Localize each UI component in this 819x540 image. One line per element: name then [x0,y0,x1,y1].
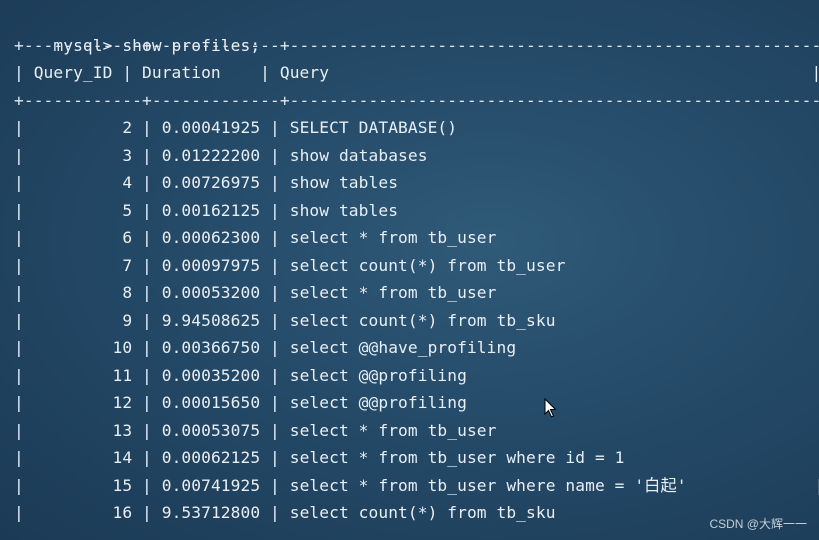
cell-duration: 0.00053075 [161,420,261,440]
cell-duration: 0.00741925 [161,475,261,495]
cell-duration: 0.00035200 [161,365,261,385]
cell-query: select @@have_profiling [289,338,517,357]
cell-query-id: 14 [112,448,133,467]
cell-duration: 0.01222200 [161,145,261,165]
cell-query-id: 8 [122,283,133,302]
command-line: mysql> show profiles; [14,4,814,55]
cell-query-id: 9 [122,310,133,330]
cell-query: select * from tb_user [289,420,497,440]
header-query: Query [279,63,330,82]
cell-duration: 0.00726975 [161,173,261,192]
cell-query: select count(*) from tb_user [289,255,566,275]
cell-duration: 0.00053200 [161,283,261,302]
header-query-id: Query_ID [33,63,113,82]
cell-duration: 0.00097975 [161,255,261,275]
mouse-pointer-icon [544,398,557,418]
table-row: | 6 | 0.00062300 | select * from tb_user… [14,228,819,247]
cell-query: select count(*) from tb_sku [289,503,556,522]
cell-query: select * from tb_user [289,283,497,302]
cell-query-id: 10 [112,338,133,357]
cell-duration: 0.00015650 [161,393,261,412]
table-body: | 2 | 0.00041925 | SELECT DATABASE() | | … [14,114,819,527]
cell-query: show tables [289,173,399,192]
table-row: | 14 | 0.00062125 | select * from tb_use… [14,448,819,467]
cell-query: select count(*) from tb_sku [289,310,556,330]
cell-query: SELECT DATABASE() [289,118,458,137]
cell-query: show databases [289,145,428,165]
cell-query: select * from tb_user [289,228,497,247]
terminal-window[interactable]: mysql> show profiles; +------------+----… [14,4,819,527]
cell-query: select @@profiling [289,365,467,385]
table-row: | 7 | 0.00097975 | select count(*) from … [14,255,819,275]
cell-query-id: 11 [112,365,133,385]
table-row: | 16 | 9.53712800 | select count(*) from… [14,503,819,522]
table-row: | 4 | 0.00726975 | show tables | [14,173,819,192]
table-row: | 11 | 0.00035200 | select @@profiling | [14,365,819,385]
table-row: | 2 | 0.00041925 | SELECT DATABASE() | [14,118,819,137]
cell-query: select * from tb_user where name = '白起' [289,475,687,495]
cell-query: select * from tb_user where id = 1 [289,448,625,467]
cell-duration: 9.53712800 [161,503,261,522]
cell-query-id: 15 [112,475,133,495]
header-duration: Duration [142,63,221,82]
table-border-top: +------------+-------------+------------… [14,35,819,55]
cell-query-id: 5 [122,200,133,220]
cell-duration: 0.00366750 [161,338,261,357]
table-row: | 3 | 0.01222200 | show databases | [14,145,819,165]
table-row: | 15 | 0.00741925 | select * from tb_use… [14,475,819,495]
cell-query-id: 16 [112,503,133,522]
cell-duration: 0.00062300 [161,228,261,247]
cell-query-id: 2 [122,118,133,137]
cell-query-id: 12 [112,393,133,412]
cell-query-id: 3 [122,145,133,165]
cell-query: show tables [289,200,399,220]
cell-duration: 0.00162125 [161,200,261,220]
table-row: | 5 | 0.00162125 | show tables | [14,200,819,220]
cell-query-id: 7 [122,255,133,275]
table-header-row: | Query_ID | Duration | Query | [14,63,819,82]
cell-query-id: 6 [122,228,133,247]
table-row: | 10 | 0.00366750 | select @@have_profil… [14,338,819,357]
table-border-mid: +------------+-------------+------------… [14,90,819,110]
cell-duration: 0.00041925 [161,118,261,137]
cell-query-id: 4 [122,173,133,192]
table-row: | 13 | 0.00053075 | select * from tb_use… [14,420,819,440]
watermark: CSDN @大辉一一 [709,517,807,531]
cell-query: select @@profiling [289,393,467,412]
cell-query-id: 13 [112,420,133,440]
cell-duration: 9.94508625 [161,310,261,330]
table-row: | 9 | 9.94508625 | select count(*) from … [14,310,819,330]
table-row: | 12 | 0.00015650 | select @@profiling | [14,393,819,412]
table-row: | 8 | 0.00053200 | select * from tb_user… [14,283,819,302]
cell-duration: 0.00062125 [161,448,261,467]
